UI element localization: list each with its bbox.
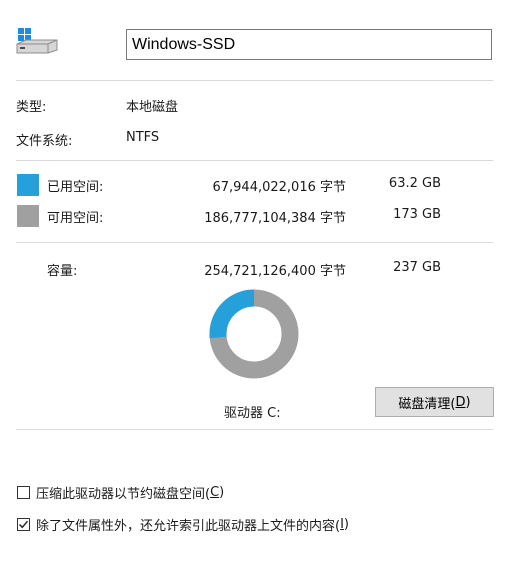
index-contents-checkbox[interactable] bbox=[17, 518, 30, 531]
free-space-size: 173 GB bbox=[393, 207, 441, 222]
capacity-label: 容量: bbox=[47, 264, 78, 279]
disk-cleanup-text: 磁盘清理( bbox=[398, 396, 456, 412]
usage-donut-chart bbox=[208, 288, 300, 384]
drive-name-input[interactable] bbox=[126, 29, 492, 60]
drive-letter-label: 驱动器 C: bbox=[224, 406, 281, 421]
used-space-size: 63.2 GB bbox=[388, 176, 441, 191]
capacity-size: 237 GB bbox=[393, 260, 441, 275]
windows-logo-icon bbox=[18, 28, 31, 41]
compress-drive-text: 压缩此驱动器以节约磁盘空间( bbox=[36, 487, 211, 502]
compress-drive-option[interactable]: 压缩此驱动器以节约磁盘空间(C) bbox=[17, 483, 224, 502]
disk-cleanup-accesskey: D bbox=[455, 394, 466, 410]
type-value: 本地磁盘 bbox=[126, 100, 179, 115]
compress-drive-text-end: ) bbox=[219, 485, 225, 500]
used-space-bytes: 67,944,022,016 字节 bbox=[212, 180, 346, 195]
drive-icon bbox=[16, 28, 58, 54]
index-contents-option[interactable]: 除了文件属性外，还允许索引此驱动器上文件的内容(I) bbox=[17, 515, 349, 534]
capacity-bytes: 254,721,126,400 字节 bbox=[204, 264, 346, 279]
disk-cleanup-button[interactable]: 磁盘清理(D) bbox=[375, 387, 494, 417]
used-space-swatch bbox=[17, 174, 39, 196]
free-space-label: 可用空间: bbox=[47, 211, 104, 226]
index-contents-text: 除了文件属性外，还允许索引此驱动器上文件的内容( bbox=[36, 519, 341, 534]
separator bbox=[16, 242, 493, 243]
used-space-label: 已用空间: bbox=[47, 180, 104, 195]
type-label: 类型: bbox=[16, 100, 47, 115]
filesystem-value: NTFS bbox=[126, 130, 160, 145]
free-space-swatch bbox=[17, 205, 39, 227]
separator bbox=[16, 429, 493, 430]
compress-drive-checkbox[interactable] bbox=[17, 486, 30, 499]
free-space-bytes: 186,777,104,384 字节 bbox=[204, 211, 346, 226]
index-contents-text-end: ) bbox=[343, 517, 349, 532]
separator bbox=[16, 160, 493, 161]
check-icon bbox=[19, 520, 29, 529]
filesystem-label: 文件系统: bbox=[16, 134, 73, 149]
compress-drive-accesskey: C bbox=[210, 485, 220, 500]
disk-cleanup-text-end: ) bbox=[465, 394, 471, 410]
separator bbox=[16, 80, 493, 81]
